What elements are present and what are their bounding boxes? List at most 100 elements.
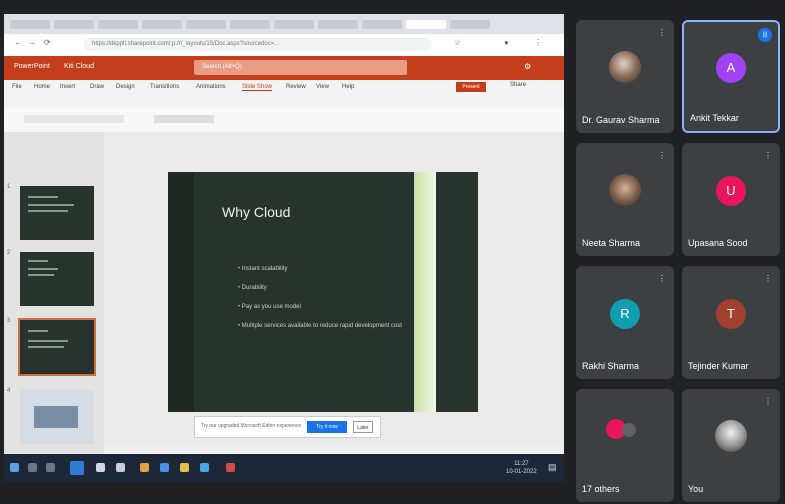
participant-tile-active[interactable]: ||| A Ankit Tekkar	[682, 20, 780, 133]
clock-time: 11:27	[514, 461, 529, 467]
browser-tab[interactable]	[450, 20, 490, 29]
windows-start-icon[interactable]	[10, 463, 19, 472]
browser-tab[interactable]	[186, 20, 226, 29]
present-button[interactable]: Present	[456, 82, 486, 92]
participant-tile[interactable]: ⋮ R Rakhi Sharma	[576, 266, 674, 379]
others-count: 17 others	[582, 484, 620, 494]
ribbon-menu: File Home Insert Draw Design Transitions…	[4, 80, 564, 109]
slide-thumbnail[interactable]	[18, 184, 96, 242]
participant-tile[interactable]: ⋮ U Upasana Sood	[682, 143, 780, 256]
slide-number: 4	[7, 388, 11, 394]
self-tile[interactable]: ⋮ You	[682, 389, 780, 502]
menu-draw[interactable]: Draw	[90, 84, 104, 90]
browser-tab[interactable]	[274, 20, 314, 29]
browser-tab[interactable]	[230, 20, 270, 29]
ppt-status-bar	[104, 442, 564, 454]
menu-insert[interactable]: Insert	[60, 84, 75, 90]
participant-name: Upasana Sood	[688, 238, 748, 248]
menu-file[interactable]: File	[12, 84, 22, 90]
menu-home[interactable]: Home	[34, 84, 50, 90]
slide-thumbnail-selected[interactable]	[18, 318, 96, 376]
search-input[interactable]: Search (Alt+Q)	[194, 60, 407, 75]
ribbon-commands	[4, 108, 564, 133]
slide-number: 2	[7, 250, 11, 256]
file-title[interactable]: Kiti Cloud	[64, 63, 94, 70]
share-button[interactable]: Share	[510, 82, 526, 88]
browser-tab[interactable]	[142, 20, 182, 29]
slide-thumbnail[interactable]	[18, 250, 96, 308]
settings-icon[interactable]: ⚙	[524, 62, 531, 71]
ppt-title-bar: PowerPoint Kiti Cloud Search (Alt+Q) ⚙	[4, 56, 564, 80]
task-view-icon[interactable]	[46, 463, 55, 472]
taskbar-clock[interactable]: 11:27 10-01-2022	[506, 460, 537, 476]
browser-tab-strip[interactable]	[4, 14, 564, 34]
browser-tab[interactable]	[362, 20, 402, 29]
browser-tab-active[interactable]	[406, 20, 446, 29]
folder-icon[interactable]	[140, 463, 149, 472]
slide-thumbnail[interactable]	[18, 388, 96, 446]
participant-name: Rakhi Sharma	[582, 361, 640, 371]
url-field[interactable]: https://dkpptl.sharepoint.com/:p:/r/_lay…	[84, 38, 432, 51]
address-bar: ← → ⟳ https://dkpptl.sharepoint.com/:p:/…	[4, 34, 564, 57]
app-icon[interactable]	[96, 463, 105, 472]
slide-thumbnails: 1 2 3 4	[4, 132, 104, 454]
menu-view[interactable]: View	[316, 84, 329, 90]
later-button[interactable]: Later	[353, 421, 373, 433]
participant-name: Tejinder Kumar	[688, 361, 749, 371]
editor-notification: Try our upgraded Microsoft Editor experi…	[194, 416, 381, 438]
star-icon[interactable]: ☆	[454, 38, 461, 47]
participant-avatar: R	[610, 298, 640, 329]
others-tile[interactable]: 17 others	[576, 389, 674, 502]
slide-accent-bar	[168, 172, 194, 412]
participant-avatar: A	[716, 52, 746, 83]
powerpoint-icon[interactable]	[226, 463, 235, 472]
mic-muted-icon: ⋮	[658, 274, 666, 283]
slide-bullet: Pay as you use model	[238, 304, 402, 310]
more-icon[interactable]: ⋮	[534, 38, 542, 47]
participant-tile[interactable]: ⋮ Neeta Sharma	[576, 143, 674, 256]
speaking-icon: |||	[758, 28, 772, 42]
slide-bullet-list: Instant scalability Durability Pay as yo…	[238, 266, 402, 342]
profile-icon[interactable]: ●	[504, 38, 509, 47]
menu-help[interactable]: Help	[342, 84, 354, 90]
participant-tile[interactable]: ⋮ Dr. Gaurav Sharma	[576, 20, 674, 133]
slide-bullet: Durability	[238, 285, 402, 291]
mic-muted-icon: ⋮	[764, 274, 772, 283]
menu-design[interactable]: Design	[116, 84, 135, 90]
participant-photo	[715, 419, 747, 452]
ribbon-command[interactable]	[24, 115, 124, 123]
participant-avatar: T	[716, 298, 746, 329]
menu-slide-show[interactable]: Slide Show	[242, 84, 273, 91]
notification-icon[interactable]: ▤	[548, 462, 557, 473]
slide-bullet: Instant scalability	[238, 266, 402, 272]
forward-icon[interactable]: →	[28, 38, 36, 47]
reload-icon[interactable]: ⟳	[44, 38, 51, 47]
participant-name: Neeta Sharma	[582, 238, 641, 248]
app-icon[interactable]	[70, 461, 84, 475]
app-icon[interactable]	[200, 463, 209, 472]
mic-muted-icon: ⋮	[764, 397, 772, 406]
try-now-button[interactable]: Try it now	[307, 421, 347, 433]
menu-review[interactable]: Review	[286, 84, 306, 90]
clock-date: 10-01-2022	[506, 469, 537, 475]
menu-transitions[interactable]: Transitions	[150, 84, 179, 90]
app-icon[interactable]	[116, 463, 125, 472]
participant-avatar: U	[716, 175, 746, 206]
browser-tab[interactable]	[54, 20, 94, 29]
app-icon[interactable]	[160, 463, 169, 472]
slide-editor: Why Cloud Instant scalability Durability…	[104, 132, 564, 454]
back-icon[interactable]: ←	[14, 38, 22, 47]
participant-tile[interactable]: ⋮ T Tejinder Kumar	[682, 266, 780, 379]
participant-photo	[609, 173, 641, 206]
slide-bullet: Multiple services available to reduce ra…	[238, 323, 402, 329]
chrome-icon[interactable]	[180, 463, 189, 472]
ribbon-command[interactable]	[154, 115, 214, 123]
slide-number: 1	[7, 184, 11, 190]
browser-tab[interactable]	[98, 20, 138, 29]
menu-animations[interactable]: Animations	[196, 84, 226, 90]
slide-title: Why Cloud	[222, 204, 291, 220]
search-icon[interactable]	[28, 463, 37, 472]
participant-name: Dr. Gaurav Sharma	[582, 115, 660, 125]
browser-tab[interactable]	[10, 20, 50, 29]
browser-tab[interactable]	[318, 20, 358, 29]
